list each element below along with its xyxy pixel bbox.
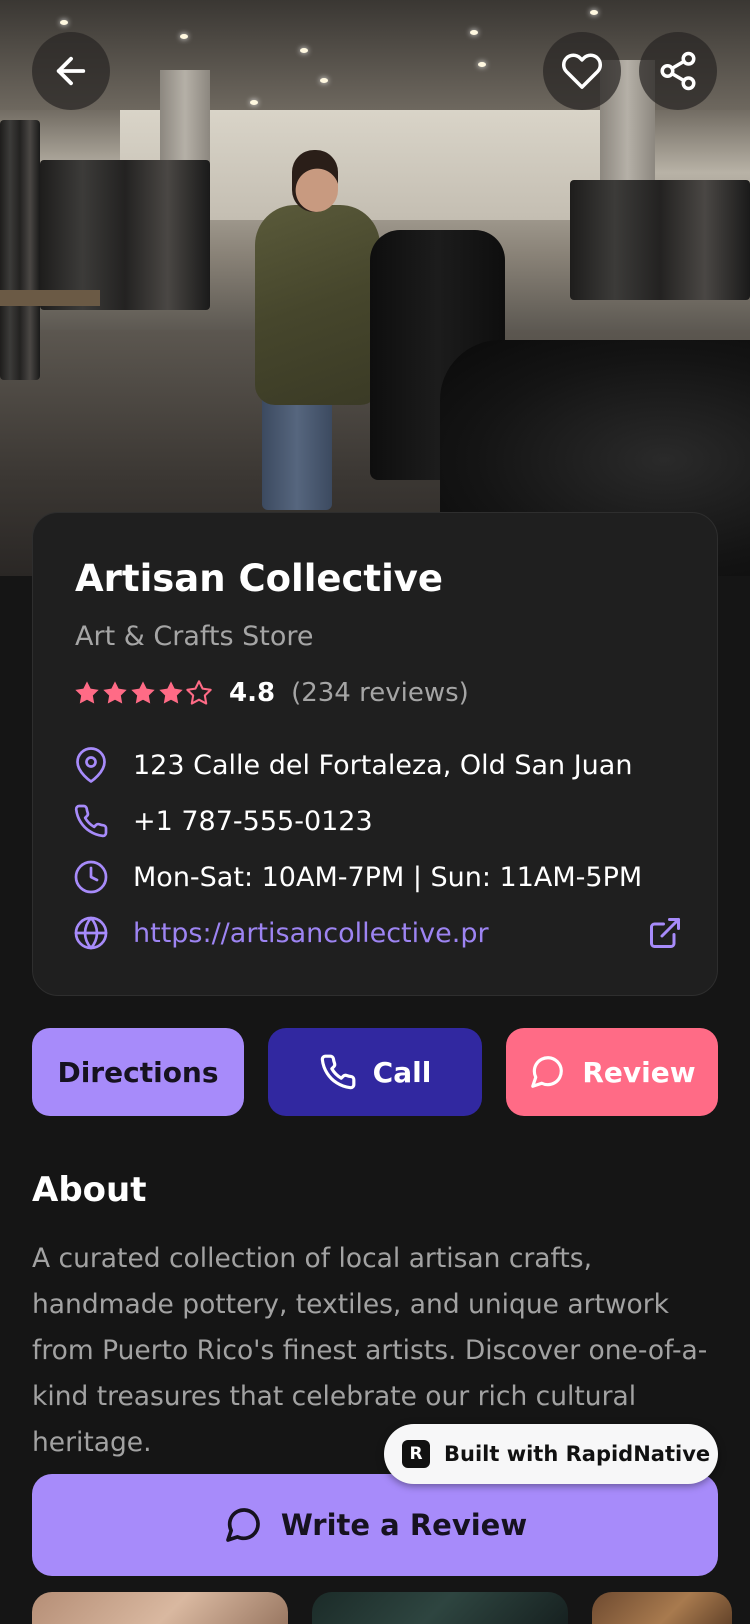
hours-row: Mon-Sat: 10AM-7PM | Sun: 11AM-5PM xyxy=(73,855,683,899)
built-with-badge[interactable]: R Built with RapidNative xyxy=(384,1424,718,1484)
star-icon xyxy=(131,681,155,704)
review-button[interactable]: Review xyxy=(506,1028,718,1116)
message-circle-icon xyxy=(225,1508,260,1542)
hero-photo xyxy=(0,0,750,576)
back-button[interactable] xyxy=(32,32,110,110)
phone-text: +1 787-555-0123 xyxy=(133,805,373,837)
place-info-card: Artisan Collective Art & Crafts Store 4.… xyxy=(32,512,718,996)
globe-icon xyxy=(74,916,108,950)
star-outline-icon xyxy=(186,680,212,705)
clock-icon xyxy=(74,860,108,894)
share-icon xyxy=(660,51,696,91)
address-text: 123 Calle del Fortaleza, Old San Juan xyxy=(133,749,633,781)
website-link[interactable]: https://artisancollective.pr xyxy=(133,918,489,949)
map-pin-icon xyxy=(76,747,106,783)
arrow-left-icon xyxy=(56,56,86,86)
clothing-rack xyxy=(40,160,210,310)
display-table xyxy=(0,290,100,306)
clothing-rack xyxy=(570,180,750,300)
heart-icon xyxy=(561,53,603,89)
ceiling-light xyxy=(590,10,598,15)
ceiling-light xyxy=(180,34,188,39)
review-label: Review xyxy=(582,1055,696,1089)
favorite-button[interactable] xyxy=(543,32,621,110)
ceiling-light xyxy=(478,62,486,67)
website-row[interactable]: https://artisancollective.pr xyxy=(73,911,683,955)
shopper-head xyxy=(292,150,338,212)
directions-button[interactable]: Directions xyxy=(32,1028,244,1116)
call-label: Call xyxy=(372,1055,432,1089)
badge-text: Built with RapidNative xyxy=(444,1442,711,1466)
gallery-photo[interactable] xyxy=(592,1592,732,1624)
ceiling-light xyxy=(300,48,308,53)
shopper-coat xyxy=(255,205,380,405)
place-name: Artisan Collective xyxy=(75,557,444,600)
about-heading: About xyxy=(32,1170,147,1210)
directions-label: Directions xyxy=(57,1055,219,1089)
rating-row: 4.8 (234 reviews) xyxy=(73,673,469,713)
phone-icon xyxy=(74,804,108,838)
write-review-button[interactable]: Write a Review xyxy=(32,1474,718,1576)
ceiling-light xyxy=(60,20,68,25)
gallery-photo[interactable] xyxy=(312,1592,568,1624)
rating-value: 4.8 xyxy=(229,678,276,708)
share-button[interactable] xyxy=(639,32,717,110)
call-button[interactable]: Call xyxy=(268,1028,482,1116)
rapidnative-logo: R xyxy=(402,1440,430,1468)
message-circle-icon xyxy=(531,1056,564,1088)
gallery-photo[interactable] xyxy=(32,1592,288,1624)
ceiling-light xyxy=(250,100,258,105)
phone-icon xyxy=(320,1054,356,1090)
external-link-icon[interactable] xyxy=(647,915,683,951)
ceiling-light xyxy=(470,30,478,35)
clothing-rack xyxy=(0,120,40,380)
review-count: (234 reviews) xyxy=(291,678,469,708)
star-icon xyxy=(159,681,183,704)
phone-row[interactable]: +1 787-555-0123 xyxy=(73,799,683,843)
write-review-label: Write a Review xyxy=(280,1508,528,1542)
place-category: Art & Crafts Store xyxy=(75,621,314,652)
ceiling-light xyxy=(320,78,328,83)
address-row[interactable]: 123 Calle del Fortaleza, Old San Juan xyxy=(73,743,683,787)
star-icon xyxy=(103,681,127,704)
hours-text: Mon-Sat: 10AM-7PM | Sun: 11AM-5PM xyxy=(133,861,643,893)
star-icon xyxy=(75,681,99,704)
